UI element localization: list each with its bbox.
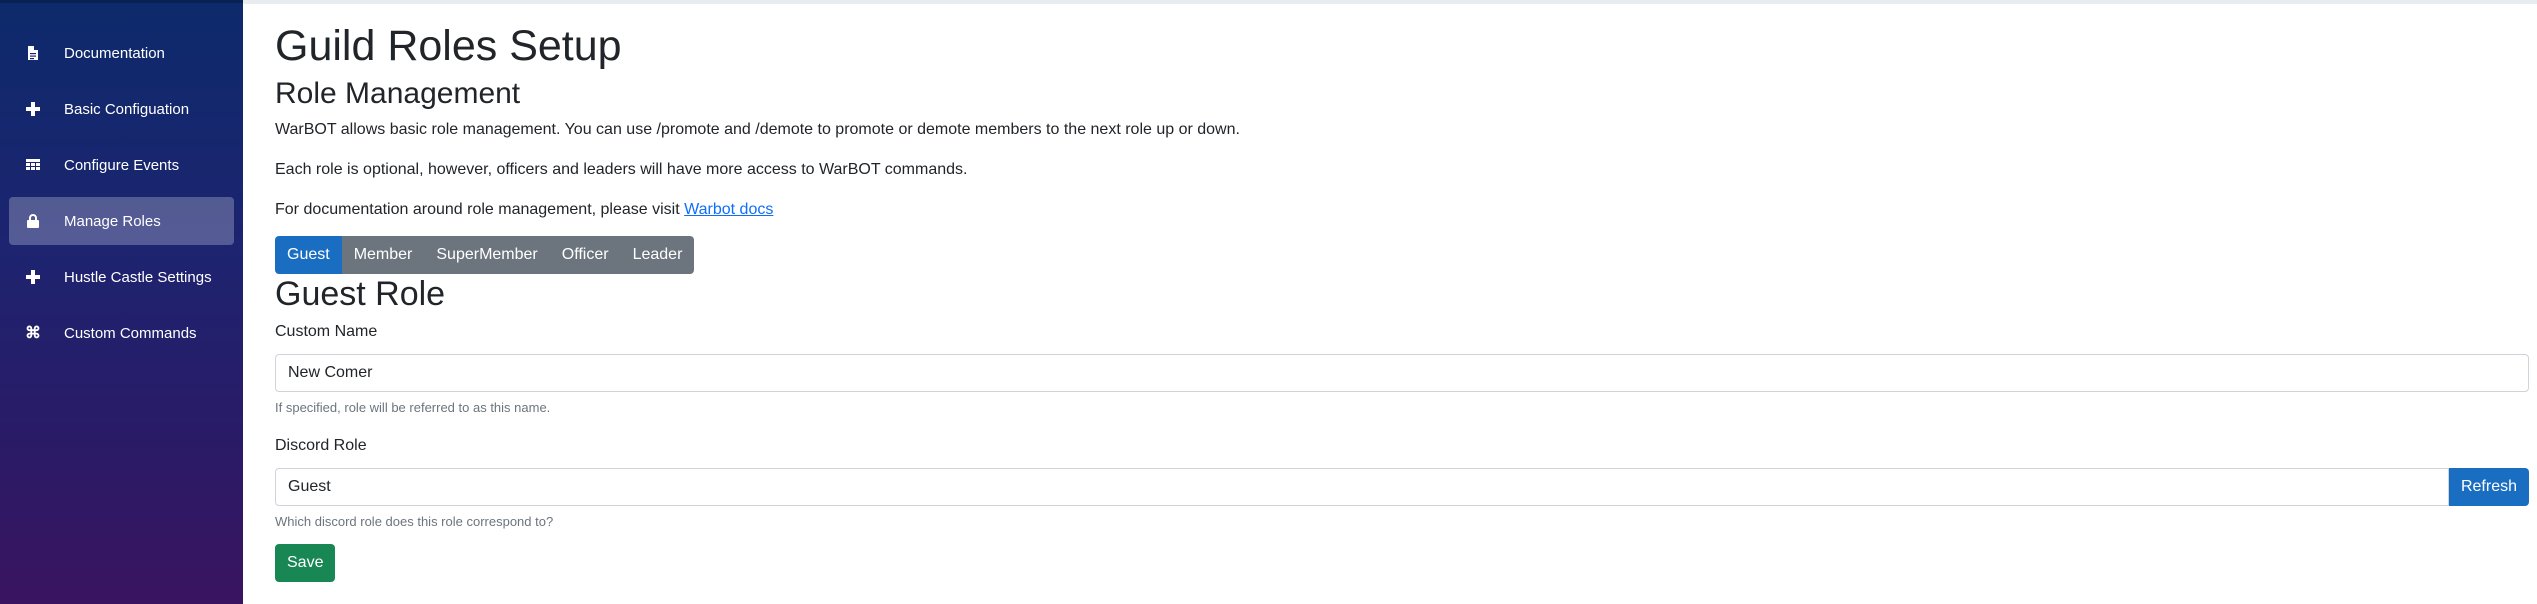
plus-icon <box>24 100 42 118</box>
sidebar-item-manage-roles[interactable]: Manage Roles <box>9 197 234 245</box>
sidebar-item-label: Documentation <box>64 44 165 62</box>
role-title: Guest Role <box>275 275 446 313</box>
plus-icon <box>24 268 42 286</box>
sidebar: Documentation Basic Configuation Configu… <box>0 0 243 604</box>
custom-name-label: Custom Name <box>275 323 378 340</box>
sidebar-item-label: Custom Commands <box>64 324 197 342</box>
save-button[interactable]: Save <box>275 544 336 582</box>
sidebar-item-configure-events[interactable]: Configure Events <box>9 141 234 189</box>
sidebar-item-label: Manage Roles <box>64 212 161 230</box>
sidebar-item-custom-commands[interactable]: ⌘ Custom Commands <box>9 309 234 357</box>
refresh-button[interactable]: Refresh <box>2448 468 2529 506</box>
docs-text: For documentation around role management… <box>275 200 2529 220</box>
discord-role-group: Guest Refresh <box>275 468 2529 506</box>
custom-name-help: If specified, role will be referred to a… <box>275 400 551 415</box>
document-icon <box>24 44 42 62</box>
sidebar-item-basic-configuration[interactable]: Basic Configuation <box>9 85 234 133</box>
tab-leader[interactable]: Leader <box>620 236 695 274</box>
sidebar-item-hustle-castle-settings[interactable]: Hustle Castle Settings <box>9 253 234 301</box>
warbot-docs-link[interactable]: Warbot docs <box>684 201 773 218</box>
sidebar-item-label: Configure Events <box>64 156 180 174</box>
discord-role-input[interactable]: Guest <box>275 468 2449 506</box>
main-content: Guild Roles Setup Role Management WarBOT… <box>243 0 2537 604</box>
role-tabs: Guest Member SuperMember Officer Leader <box>275 236 695 274</box>
sidebar-item-documentation[interactable]: Documentation <box>9 29 234 77</box>
sidebar-item-label: Hustle Castle Settings <box>64 268 212 286</box>
tab-member[interactable]: Member <box>341 236 425 274</box>
discord-role-label: Discord Role <box>275 437 367 454</box>
section-title: Role Management <box>275 77 521 110</box>
command-icon: ⌘ <box>25 325 41 342</box>
intro-text: WarBOT allows basic role management. You… <box>275 121 1240 138</box>
docs-prefix: For documentation around role management… <box>275 201 685 218</box>
optional-note: Each role is optional, however, officers… <box>275 161 968 178</box>
tab-guest[interactable]: Guest <box>275 236 342 274</box>
sidebar-item-label: Basic Configuation <box>64 100 190 118</box>
tab-supermember[interactable]: SuperMember <box>424 236 550 274</box>
discord-role-help: Which discord role does this role corres… <box>275 514 554 529</box>
page-title: Guild Roles Setup <box>275 22 622 70</box>
lock-icon <box>24 212 42 230</box>
tab-officer[interactable]: Officer <box>549 236 621 274</box>
calendar-icon <box>24 156 42 174</box>
custom-name-input[interactable]: New Comer <box>275 354 2529 392</box>
